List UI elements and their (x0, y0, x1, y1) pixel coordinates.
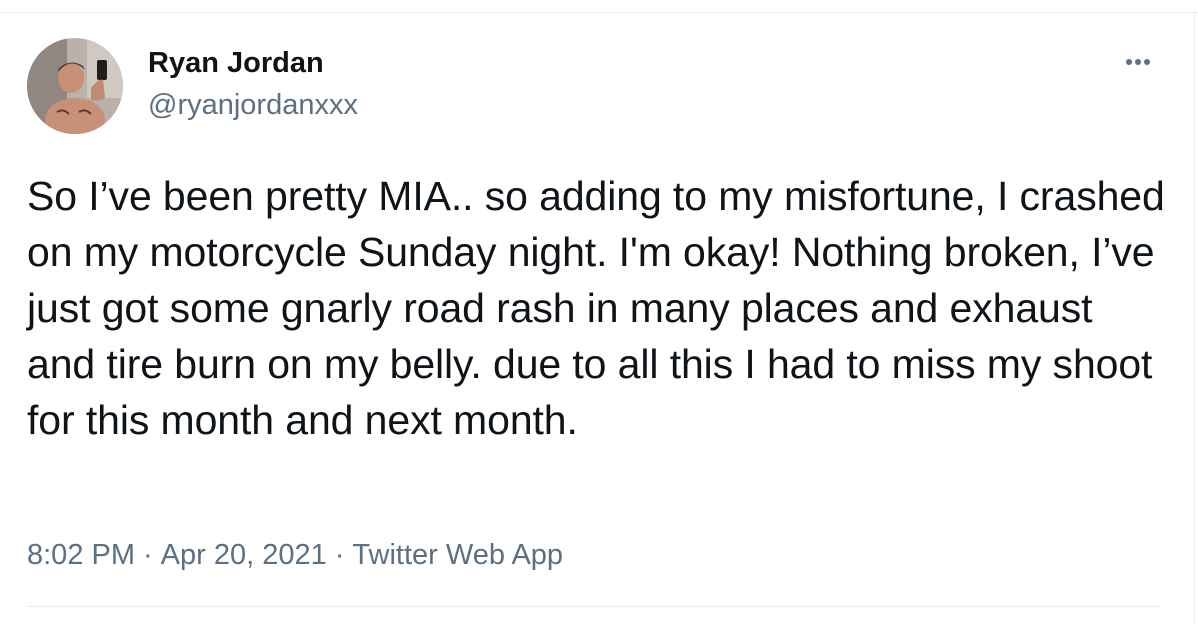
tweet-text: So I’ve been pretty MIA.. so adding to m… (27, 173, 1165, 443)
tweet-card: Ryan Jordan @ryanjordanxxx So I’ve been … (0, 0, 1198, 624)
meta-separator: · (143, 539, 153, 571)
user-handle[interactable]: @ryanjordanxxx (148, 87, 358, 123)
tweet-source-link[interactable]: Twitter Web App (352, 539, 563, 571)
meta-separator: · (334, 539, 345, 571)
avatar[interactable] (27, 38, 123, 134)
divider (27, 606, 1160, 607)
tweet-meta: 8:02 PM · Apr 20, 2021 · Twitter Web App (27, 536, 563, 574)
user-display-name[interactable]: Ryan Jordan (148, 45, 324, 81)
profile-photo-icon (27, 38, 123, 134)
more-options-button[interactable] (1120, 50, 1160, 74)
tweet-date-link[interactable]: Apr 20, 2021 (161, 539, 327, 571)
card-right-border (1194, 12, 1195, 624)
more-horizontal-icon (1126, 59, 1150, 65)
tweet-time-link[interactable]: 8:02 PM (27, 539, 135, 571)
card-top-border (0, 12, 1198, 13)
